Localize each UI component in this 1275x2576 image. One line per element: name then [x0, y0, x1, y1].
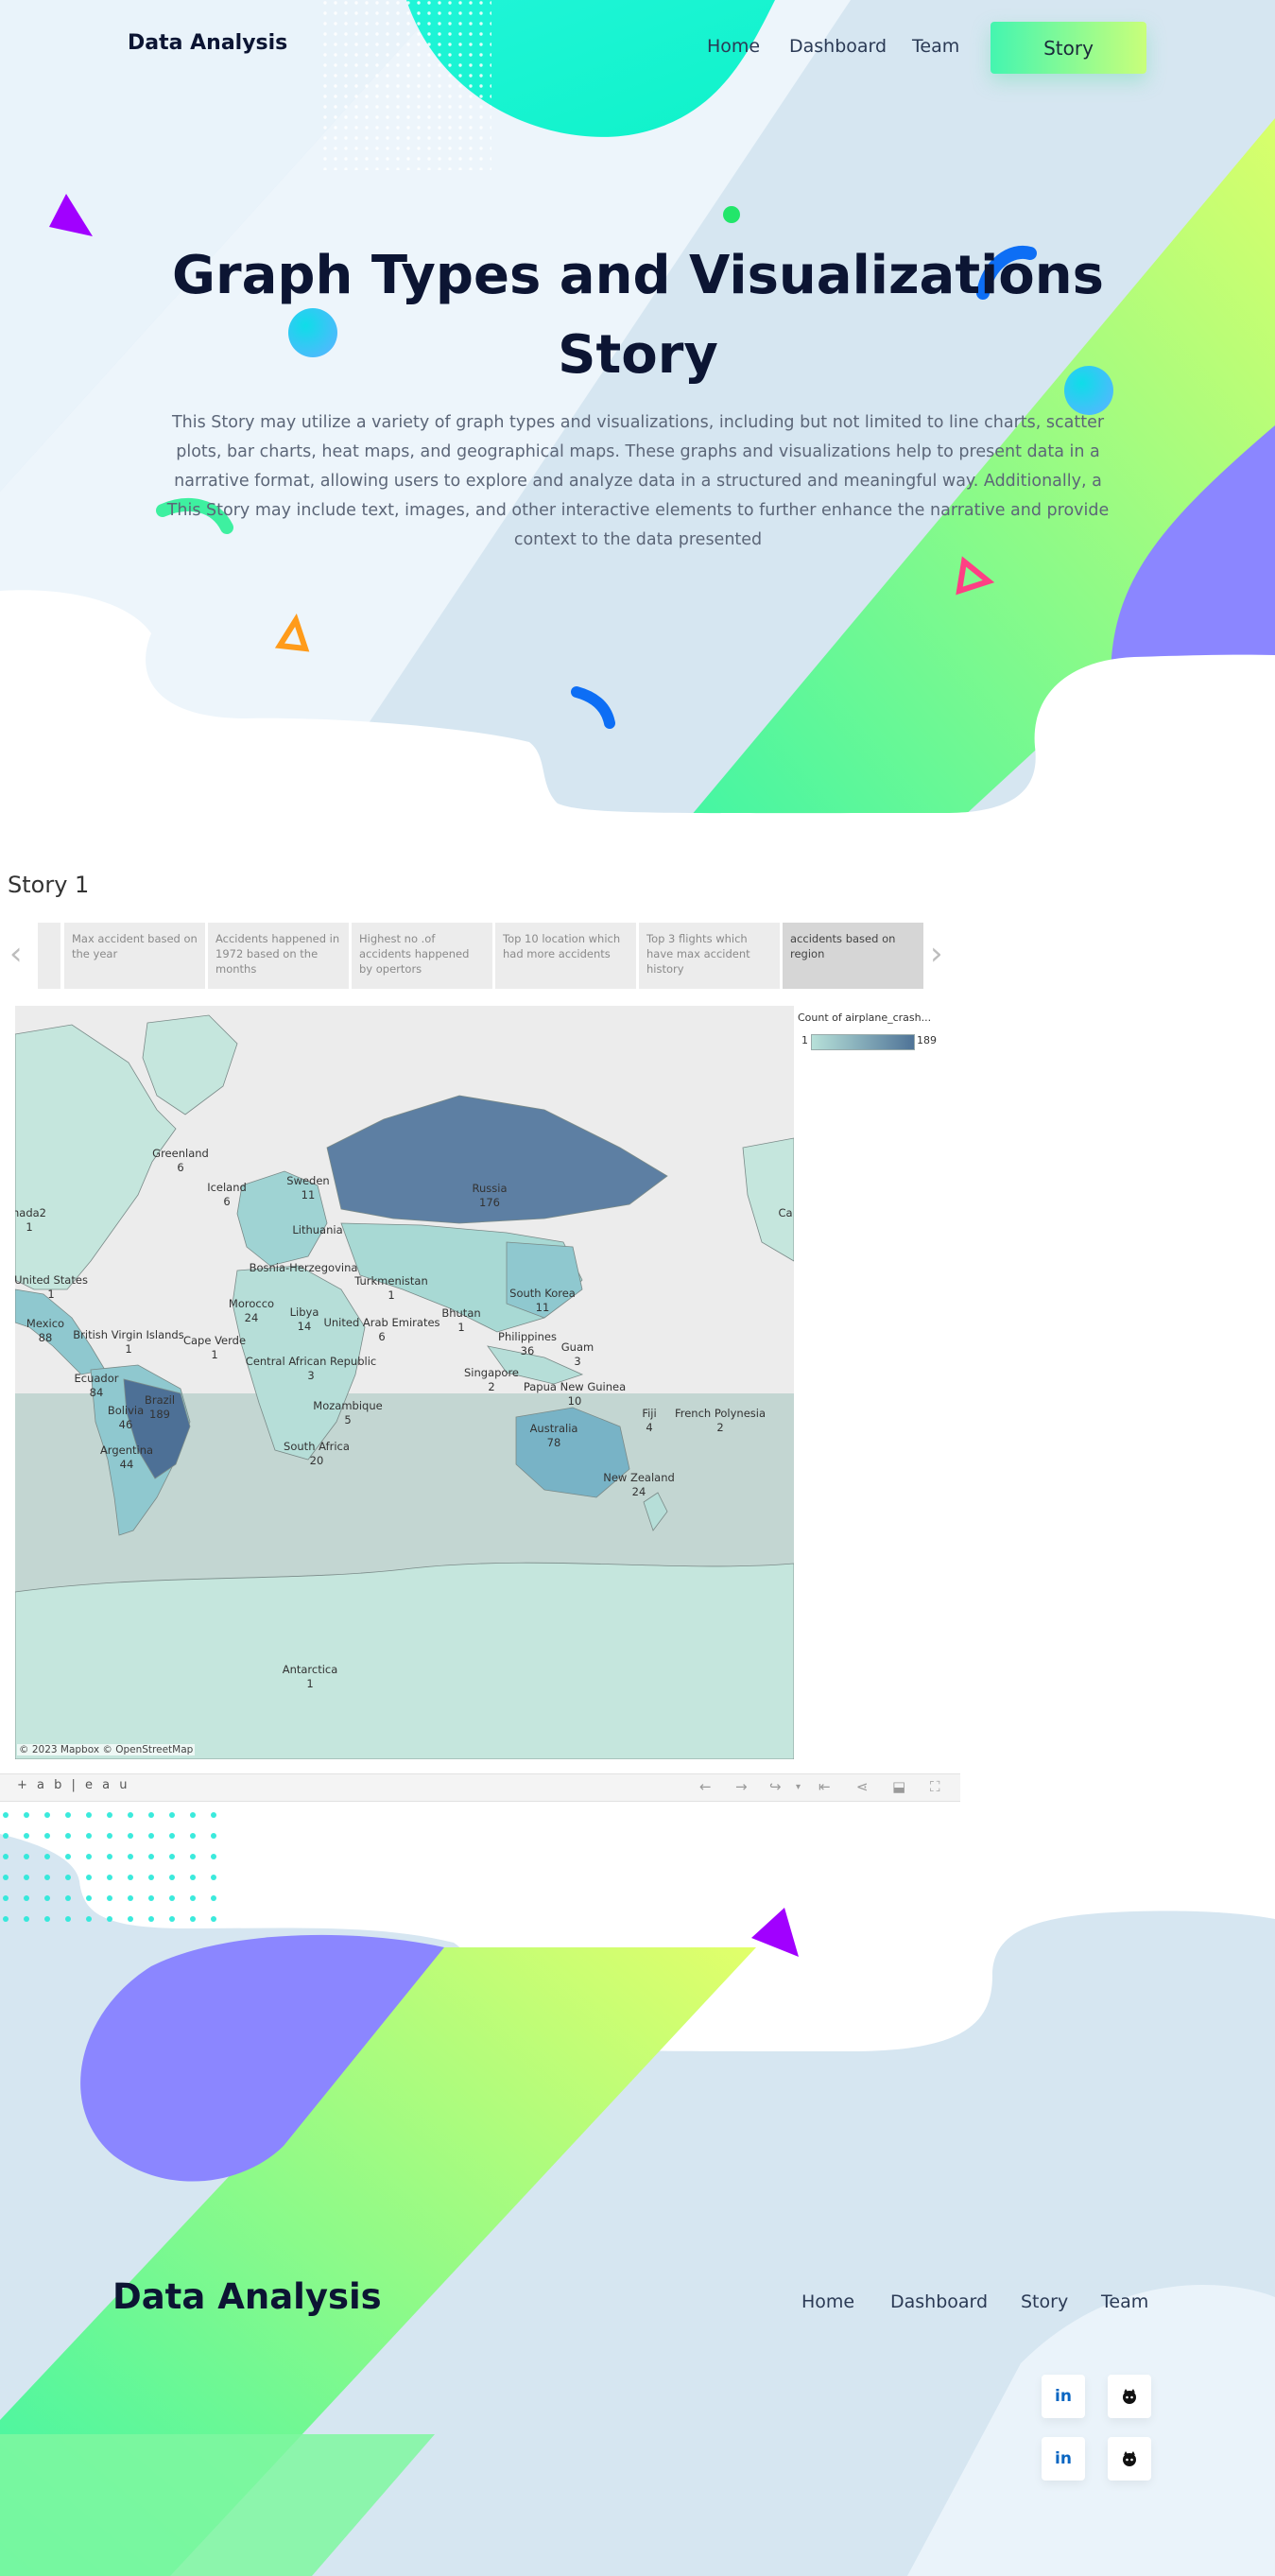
map-label-mozambique: Mozambique 5	[313, 1399, 383, 1426]
world-map[interactable]: Greenland 6 Iceland 6 Sweden 11 Lithuania R…	[15, 1006, 794, 1759]
story-tab-region[interactable]: accidents based on region	[783, 923, 923, 989]
story-button[interactable]: Story	[991, 22, 1146, 74]
map-label-cape-verde: Cape Verde 1	[182, 1334, 247, 1361]
linkedin-icon[interactable]: in	[1042, 2375, 1085, 2418]
map-label-uae: United Arab Emirates 6	[323, 1316, 440, 1343]
story-tab-stub[interactable]	[38, 923, 60, 989]
undo-icon[interactable]: ←	[699, 1778, 712, 1795]
linkedin-icon[interactable]: in	[1042, 2437, 1085, 2481]
map-label-australia: Australia 78	[529, 1422, 578, 1449]
map-label-iceland: Iceland 6	[207, 1181, 247, 1208]
header-brand[interactable]: Data Analysis	[128, 31, 287, 55]
map-label-libya: Libya 14	[289, 1305, 319, 1333]
footer-nav-story[interactable]: Story	[1021, 2291, 1068, 2312]
github-glyph	[1123, 2389, 1136, 2404]
map-label-argentina: Argentina 44	[99, 1444, 154, 1471]
map-label-new-zealand: New Zealand 24	[603, 1471, 675, 1498]
footer-nav-team[interactable]: Team	[1101, 2291, 1148, 2312]
map-label-lithuania: Lithuania	[292, 1223, 343, 1236]
footer-nav-home[interactable]: Home	[801, 2291, 854, 2312]
download-icon[interactable]: ⬓	[892, 1778, 905, 1795]
map-label-central-african-republic: Central African Republic 3	[245, 1355, 377, 1382]
map-label-mexico: Mexico 88	[26, 1317, 65, 1344]
footer-brand[interactable]: Data Analysis	[112, 2276, 382, 2317]
world-map-canvas	[15, 1006, 794, 1759]
map-label-papua-new-guinea: Papua New Guinea 10	[523, 1380, 627, 1408]
map-label-brazil: Brazil 189	[144, 1393, 176, 1421]
hero-description: This Story may utilize a variety of grap…	[166, 413, 1110, 549]
hero-title: Graph Types and Visualizations Story	[172, 245, 1104, 386]
map-label-south-korea: South Korea 11	[509, 1287, 576, 1314]
legend-max: 189	[917, 1034, 937, 1046]
map-label-british-virgin-islands: British Virgin Islands 1	[73, 1328, 184, 1356]
story-tab-top-flights[interactable]: Top 3 flights which have max accident hi…	[639, 923, 780, 989]
map-label-canada: nada2 1	[15, 1206, 46, 1234]
map-label-greenland: Greenland 6	[152, 1147, 209, 1174]
map-label-bosnia: Bosnia-Herzegovina	[249, 1261, 358, 1274]
map-label-russia: Russia 176	[472, 1182, 508, 1209]
map-label-bhutan: Bhutan 1	[441, 1306, 481, 1334]
legend-min: 1	[801, 1034, 808, 1046]
tab-prev-arrow[interactable]: ‹	[9, 938, 23, 970]
reset-icon[interactable]: ⇤	[818, 1778, 831, 1795]
map-label-sweden: Sweden 11	[286, 1174, 330, 1202]
github-glyph	[1123, 2451, 1136, 2466]
nav-dashboard[interactable]: Dashboard	[789, 36, 887, 57]
footer-nav-dashboard[interactable]: Dashboard	[890, 2291, 988, 2312]
github-icon[interactable]	[1108, 2437, 1151, 2481]
map-label-philippines: Philippines 36	[498, 1330, 557, 1357]
map-label-morocco: Morocco 24	[228, 1297, 275, 1324]
revert-icon[interactable]: ↪	[769, 1778, 782, 1795]
map-label-ecuador: Ecuador 84	[74, 1372, 119, 1399]
story-heading: Story 1	[8, 872, 90, 898]
story-tab-top-locations[interactable]: Top 10 location which had more accidents	[495, 923, 636, 989]
map-label-french-polynesia: French Polynesia 2	[674, 1407, 767, 1434]
map-label-united-states: United States 1	[15, 1273, 88, 1301]
legend-color-scale	[811, 1034, 915, 1050]
fullscreen-icon[interactable]: ⛶	[930, 1778, 940, 1795]
tableau-logo[interactable]: + a b | e a u	[17, 1778, 130, 1792]
map-label-canada-east: Ca	[778, 1206, 793, 1219]
map-label-guam: Guam 3	[560, 1340, 594, 1368]
map-label-bolivia: Bolivia 46	[107, 1404, 145, 1431]
redo-icon[interactable]: →	[735, 1778, 748, 1795]
map-credit[interactable]: © 2023 Mapbox © OpenStreetMap	[17, 1744, 196, 1755]
story-tab-max-accident-year[interactable]: Max accident based on the year	[64, 923, 205, 989]
map-label-fiji: Fiji 4	[642, 1407, 657, 1434]
map-label-singapore: Singapore 2	[463, 1366, 520, 1393]
dropdown-icon[interactable]: ▾	[796, 1782, 801, 1792]
tab-next-arrow[interactable]: ›	[930, 938, 943, 970]
legend-title: Count of airplane_crash...	[798, 1011, 932, 1024]
story-tab-operators[interactable]: Highest no .of accidents happened by ope…	[352, 923, 492, 989]
map-label-south-africa: South Africa 20	[284, 1440, 350, 1467]
nav-team[interactable]: Team	[912, 36, 959, 57]
map-label-turkmenistan: Turkmenistan 1	[354, 1274, 428, 1302]
github-icon[interactable]	[1108, 2375, 1151, 2418]
share-icon[interactable]: ⋖	[856, 1778, 869, 1795]
map-label-antarctica: Antarctica 1	[282, 1663, 338, 1690]
story-tab-1972-months[interactable]: Accidents happened in 1972 based on the …	[208, 923, 349, 989]
nav-home[interactable]: Home	[707, 36, 760, 57]
